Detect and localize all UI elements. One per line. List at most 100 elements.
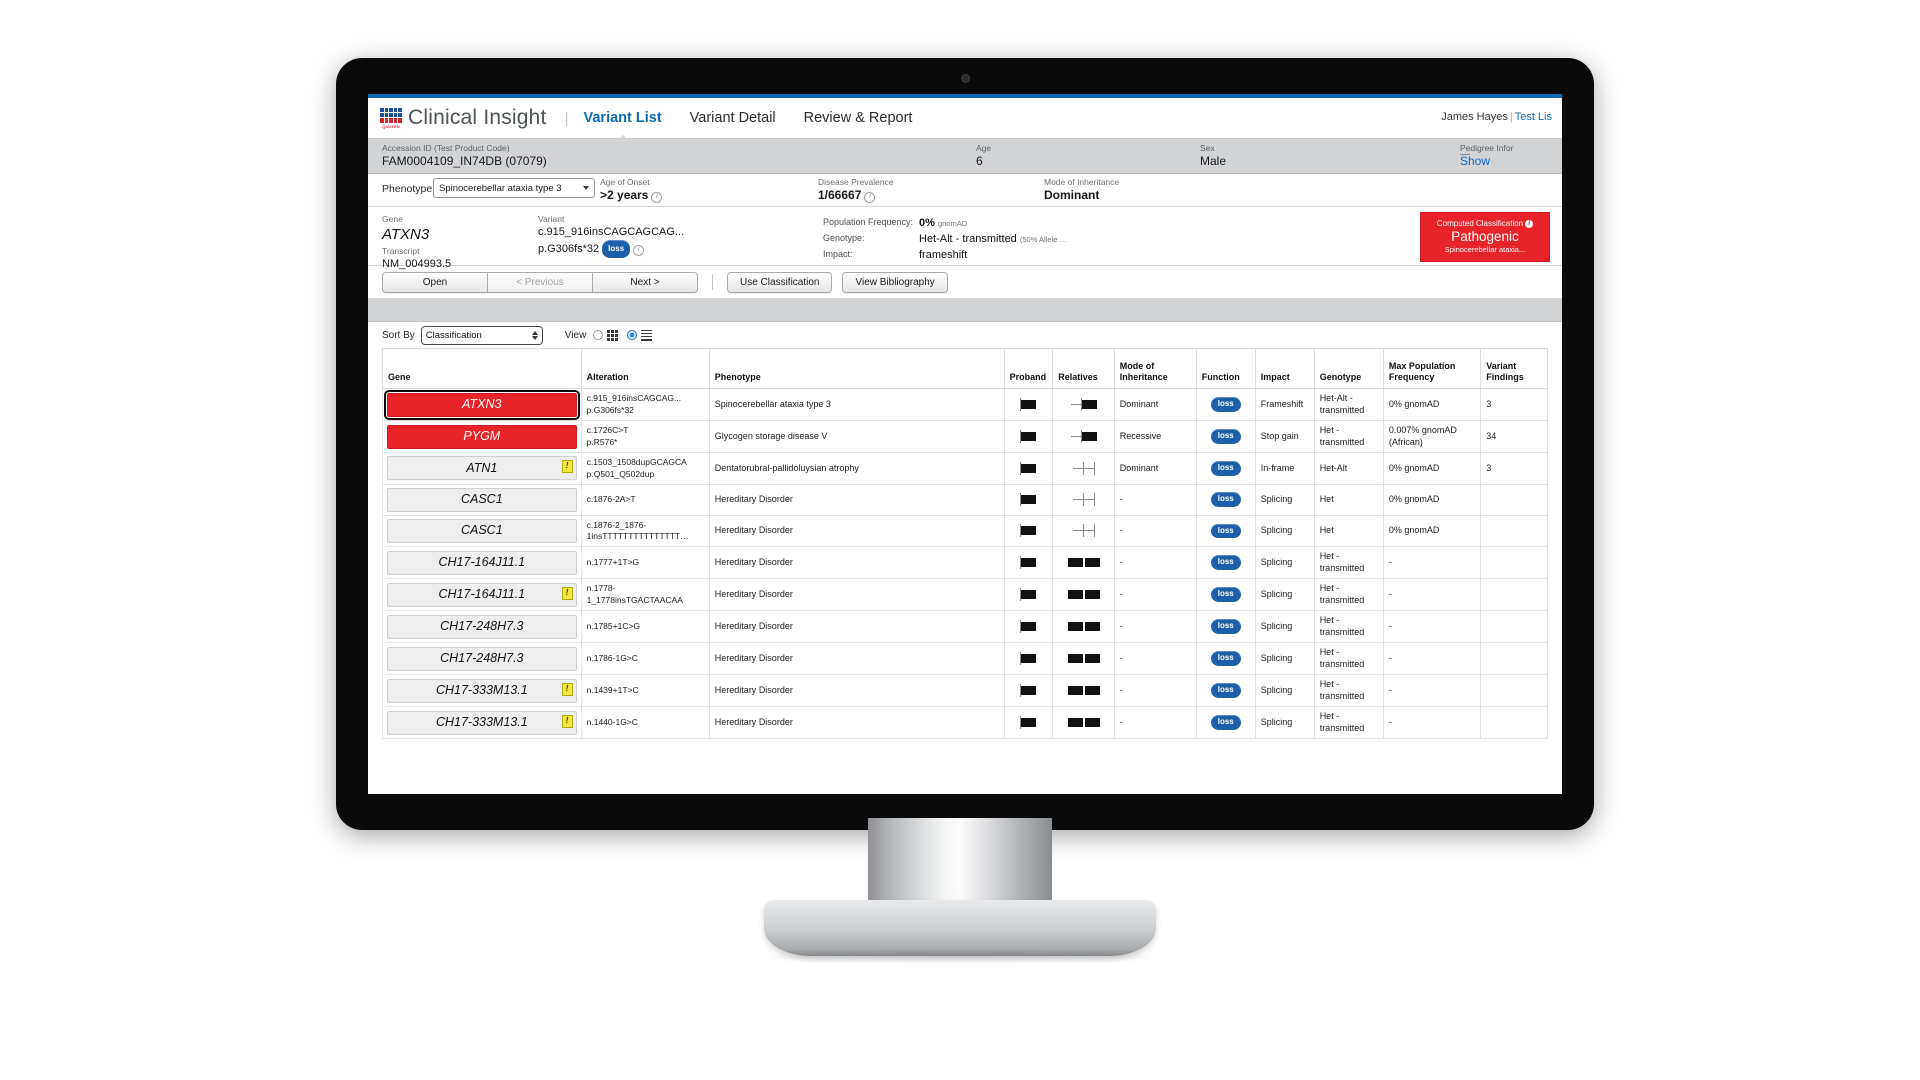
col-phenotype[interactable]: Phenotype (709, 349, 1004, 389)
warning-icon[interactable]: ! (562, 715, 573, 728)
gene-chip[interactable]: PYGM (387, 425, 577, 449)
table-row[interactable]: CH17-333M13.1!n.1440-1G>CHereditary Diso… (383, 707, 1548, 739)
pedigree-show-link[interactable]: Show (1460, 154, 1470, 155)
function-loss-badge[interactable]: loss (1211, 587, 1241, 602)
cell-gene[interactable]: CH17-164J11.1 (383, 547, 582, 579)
next-button[interactable]: Next > (593, 272, 698, 293)
cell-gene[interactable]: CASC1 (383, 484, 582, 515)
function-loss-badge[interactable]: loss (1211, 524, 1241, 539)
top-navigation: QIAGEN Clinical Insight | Variant List V… (368, 98, 1562, 139)
col-mode-of-inheritance[interactable]: Mode of Inheritance (1114, 349, 1196, 389)
function-loss-badge[interactable]: loss (1211, 429, 1241, 444)
col-alteration[interactable]: Alteration (581, 349, 709, 389)
cell-gene[interactable]: ATN1! (383, 453, 582, 485)
col-relatives[interactable]: Relatives (1053, 349, 1115, 389)
view-radio-list[interactable] (627, 330, 637, 340)
warning-icon[interactable]: ! (562, 683, 573, 696)
cell-gene[interactable]: CH17-164J11.1! (383, 579, 582, 611)
cell-gene[interactable]: CH17-248H7.3 (383, 643, 582, 675)
gene-chip[interactable]: CH17-248H7.3 (387, 615, 577, 639)
brand-title: Clinical Insight (408, 106, 547, 130)
function-loss-badge[interactable]: loss (1211, 683, 1241, 698)
sort-by-select[interactable]: Classification (421, 326, 543, 345)
computed-classification-box[interactable]: Computed Classificationi Pathogenic Spin… (1420, 212, 1550, 262)
info-icon-variant[interactable]: i (633, 245, 644, 256)
phenotype-selected-value: Spinocerebellar ataxia type 3 (439, 183, 583, 194)
function-loss-badge[interactable]: loss (1211, 397, 1241, 412)
test-list-link[interactable]: Test Lis (1515, 111, 1552, 123)
cell-gene[interactable]: CH17-333M13.1! (383, 707, 582, 739)
open-button[interactable]: Open (382, 272, 488, 293)
col-genotype[interactable]: Genotype (1314, 349, 1383, 389)
genotype-value: Het-Alt - transmitted (919, 233, 1017, 245)
table-row[interactable]: CH17-248H7.3n.1786-1G>CHereditary Disord… (383, 643, 1548, 675)
cell-gene[interactable]: ATXN3 (383, 389, 582, 421)
cell-proband (1004, 675, 1053, 707)
cell-max-population-frequency: - (1383, 611, 1480, 643)
cell-function: loss (1196, 547, 1255, 579)
gene-chip[interactable]: CH17-164J11.1! (387, 583, 577, 607)
gene-chip[interactable]: ATN1! (387, 456, 577, 480)
gene-chip[interactable]: CH17-333M13.1! (387, 679, 577, 703)
function-loss-badge[interactable]: loss (1211, 715, 1241, 730)
cell-mode-of-inheritance: - (1114, 611, 1196, 643)
col-gene[interactable]: Gene (383, 349, 582, 389)
table-row[interactable]: ATN1!c.1503_1508dupGCAGCAp.Q501_Q502dupD… (383, 453, 1548, 485)
variant-cdna: c.915_916insCAGCAGCAG... (538, 225, 684, 240)
cell-gene[interactable]: CH17-333M13.1! (383, 675, 582, 707)
pedigree-field: Pedigree Infor Show (1460, 143, 1513, 155)
cell-mode-of-inheritance: - (1114, 579, 1196, 611)
warning-icon[interactable]: ! (562, 460, 573, 473)
view-bibliography-button[interactable]: View Bibliography (842, 272, 947, 293)
info-icon-prevalence[interactable]: i (864, 192, 875, 203)
table-row[interactable]: CH17-164J11.1!n.1778-1_1778insTGACTAACAA… (383, 579, 1548, 611)
function-loss-badge[interactable]: loss (1211, 619, 1241, 634)
col-variant-findings[interactable]: Variant Findings (1481, 349, 1548, 389)
cell-variant-findings: 3 (1481, 389, 1548, 421)
table-row[interactable]: CH17-164J11.1n.1777+1T>GHereditary Disor… (383, 547, 1548, 579)
cell-variant-findings (1481, 707, 1548, 739)
cell-relatives (1053, 484, 1115, 515)
table-row[interactable]: CH17-248H7.3n.1785+1C>GHereditary Disord… (383, 611, 1548, 643)
gene-chip[interactable]: CH17-248H7.3 (387, 647, 577, 671)
table-row[interactable]: CH17-333M13.1!n.1439+1T>CHereditary Diso… (383, 675, 1548, 707)
gene-chip[interactable]: CH17-164J11.1 (387, 551, 577, 575)
cell-proband (1004, 579, 1053, 611)
table-row[interactable]: CASC1c.1876-2A>THereditary Disorder-loss… (383, 484, 1548, 515)
gene-chip[interactable]: ATXN3 (387, 393, 577, 417)
function-loss-badge[interactable]: loss (1211, 651, 1241, 666)
cell-gene[interactable]: CASC1 (383, 515, 582, 547)
table-row[interactable]: CASC1c.1876-2_1876-1insTTTTTTTTTTTTTTT…H… (383, 515, 1548, 547)
qiagen-logo[interactable]: QIAGEN Clinical Insight (380, 106, 547, 130)
table-row[interactable]: ATXN3c.915_916insCAGCAG...p.G306fs*32Spi… (383, 389, 1548, 421)
tab-variant-list[interactable]: Variant List (583, 107, 663, 129)
col-max-population-frequency[interactable]: Max Population Frequency (1383, 349, 1480, 389)
gene-chip[interactable]: CH17-333M13.1! (387, 711, 577, 735)
view-radio-grid[interactable] (593, 330, 603, 340)
col-function[interactable]: Function (1196, 349, 1255, 389)
cell-mode-of-inheritance: Dominant (1114, 389, 1196, 421)
gene-chip[interactable]: CASC1 (387, 488, 577, 512)
col-proband[interactable]: Proband (1004, 349, 1053, 389)
tab-variant-detail[interactable]: Variant Detail (689, 107, 777, 129)
previous-button[interactable]: < Previous (488, 272, 593, 293)
gene-chip[interactable]: CASC1 (387, 519, 577, 543)
function-loss-badge[interactable]: loss (1211, 555, 1241, 570)
info-icon-onset[interactable]: i (651, 192, 662, 203)
loss-badge[interactable]: loss (602, 240, 630, 258)
cell-variant-findings (1481, 579, 1548, 611)
info-icon-classification[interactable]: i (1525, 220, 1533, 228)
list-view-icon[interactable] (641, 330, 652, 341)
col-impact[interactable]: Impact (1255, 349, 1314, 389)
function-loss-badge[interactable]: loss (1211, 492, 1241, 507)
use-classification-button[interactable]: Use Classification (727, 272, 832, 293)
cell-gene[interactable]: PYGM (383, 421, 582, 453)
impact-label: Impact: (823, 249, 919, 261)
tab-review-report[interactable]: Review & Report (803, 107, 914, 129)
grid-view-icon[interactable] (607, 330, 618, 341)
warning-icon[interactable]: ! (562, 587, 573, 600)
table-row[interactable]: PYGMc.1726C>Tp.R576*Glycogen storage dis… (383, 421, 1548, 453)
function-loss-badge[interactable]: loss (1211, 461, 1241, 476)
phenotype-select[interactable]: Spinocerebellar ataxia type 3 (433, 178, 595, 198)
cell-gene[interactable]: CH17-248H7.3 (383, 611, 582, 643)
